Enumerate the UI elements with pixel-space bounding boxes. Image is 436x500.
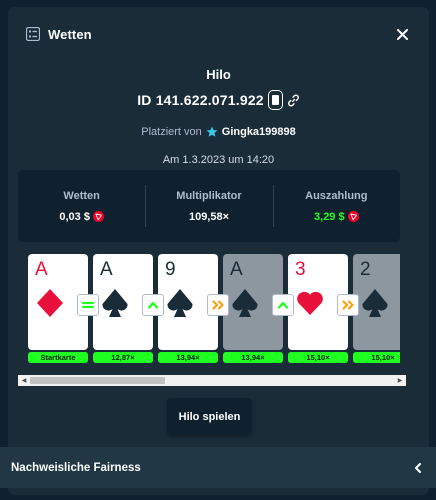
- fairness-label: Nachweisliche Fairness: [11, 461, 141, 474]
- cards-track: A Startkarte A 12,87× 9 13,94× A 13,94× …: [18, 254, 400, 364]
- vip-star-icon: [206, 126, 218, 138]
- spade-suit-icon: [232, 289, 258, 317]
- equal-prediction-icon: [77, 294, 99, 316]
- card-rank: 9: [165, 259, 176, 280]
- stat-multiplier: Multiplikator 109,58×: [145, 170, 272, 242]
- card-rank: 2: [360, 259, 371, 280]
- tron-coin-icon: [347, 211, 359, 222]
- modal-header: Wetten: [8, 7, 429, 61]
- spade-suit-icon: [167, 289, 193, 317]
- cards-scrollbar[interactable]: ◀ ▶: [18, 375, 406, 386]
- cards-history[interactable]: A Startkarte A 12,87× 9 13,94× A 13,94× …: [18, 254, 400, 376]
- stat-multiplier-label: Multiplikator: [176, 189, 242, 202]
- bet-game-name: Hilo: [206, 67, 231, 82]
- skip-prediction-icon: [337, 294, 359, 316]
- tron-coin-icon: [92, 211, 104, 222]
- card-rank: A: [100, 259, 113, 280]
- card-multiplier-badge: 13,94×: [158, 352, 218, 363]
- modal-title: Wetten: [48, 26, 92, 42]
- provable-fairness-toggle[interactable]: Nachweisliche Fairness: [0, 447, 436, 488]
- stat-bet-value: 0,03 $: [59, 210, 90, 223]
- card-multiplier-badge: 12,87×: [93, 352, 153, 363]
- scroll-thumb[interactable]: [30, 377, 165, 384]
- stat-bet: Wetten 0,03 $: [18, 170, 145, 242]
- card-slot: 2 15,10×: [353, 254, 400, 363]
- scroll-track[interactable]: [30, 375, 394, 386]
- scroll-left-arrow-icon[interactable]: ◀: [18, 375, 30, 386]
- bets-list-icon: [26, 27, 40, 41]
- bet-stats-panel: Wetten 0,03 $ Multiplikator 109,58× Ausz…: [18, 170, 400, 242]
- stat-payout-label: Auszahlung: [305, 189, 368, 202]
- playing-card: 2: [353, 254, 400, 350]
- bet-id-row: ID 141.622.071.922: [8, 90, 429, 110]
- heart-suit-icon: [297, 291, 323, 315]
- stat-payout-value-row: 3,29 $: [314, 211, 359, 223]
- card-rank: A: [35, 259, 48, 280]
- card-rank: A: [230, 259, 243, 280]
- link-icon[interactable]: [287, 94, 300, 107]
- stat-bet-value-row: 0,03 $: [59, 211, 104, 223]
- bet-id: ID 141.622.071.922: [137, 92, 264, 108]
- skip-prediction-icon: [207, 294, 229, 316]
- higher-prediction-icon: [272, 294, 294, 316]
- spade-suit-icon: [102, 289, 128, 317]
- higher-prediction-icon: [142, 294, 164, 316]
- username-link[interactable]: Gingka199898: [222, 126, 296, 138]
- placed-by-label: Platziert von: [141, 126, 202, 138]
- placed-by-row: Platziert von Gingka199898: [8, 126, 429, 138]
- spade-suit-icon: [362, 289, 388, 317]
- diamond-suit-icon: [37, 289, 63, 317]
- stat-multiplier-value: 109,58×: [188, 210, 230, 223]
- close-icon[interactable]: [393, 25, 411, 43]
- card-multiplier-badge: Startkarte: [28, 352, 88, 363]
- scroll-right-arrow-icon[interactable]: ▶: [394, 375, 406, 386]
- stat-bet-label: Wetten: [63, 189, 100, 202]
- card-multiplier-badge: 15,10×: [288, 352, 348, 363]
- stat-payout: Auszahlung 3,29 $: [272, 170, 400, 242]
- play-hilo-button[interactable]: Hilo spielen: [167, 398, 252, 435]
- card-multiplier-badge: 15,10×: [353, 352, 400, 363]
- card-multiplier-badge: 13,94×: [223, 352, 283, 363]
- bet-date: Am 1.3.2023 um 14:20: [162, 154, 275, 166]
- card-rank: 3: [295, 259, 306, 280]
- stat-payout-value: 3,29 $: [314, 210, 345, 223]
- chevron-left-icon: [411, 461, 425, 475]
- copy-icon[interactable]: [267, 90, 283, 110]
